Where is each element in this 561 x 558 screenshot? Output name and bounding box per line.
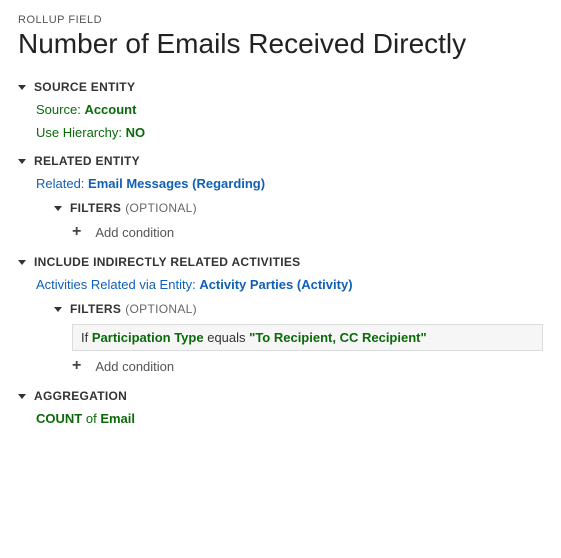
related-paren: (Regarding)	[192, 176, 265, 191]
cond-op: equals	[207, 330, 245, 345]
add-condition-label: Add condition	[95, 225, 174, 240]
section-source-entity: SOURCE ENTITY Source: Account Use Hierar…	[18, 80, 543, 140]
page-title: Number of Emails Received Directly	[18, 28, 543, 60]
indirect-add-condition[interactable]: + Add condition	[72, 357, 543, 375]
caret-icon	[18, 394, 26, 399]
indirect-filters-header[interactable]: FILTERS (OPTIONAL)	[54, 302, 543, 316]
plus-icon: +	[72, 223, 81, 241]
caret-icon	[18, 159, 26, 164]
indirect-header[interactable]: INCLUDE INDIRECTLY RELATED ACTIVITIES	[18, 255, 543, 269]
source-field[interactable]: Source: Account	[36, 102, 543, 117]
via-entity-field[interactable]: Activities Related via Entity: Activity …	[36, 277, 543, 292]
section-related-entity: RELATED ENTITY Related: Email Messages (…	[18, 154, 543, 241]
related-entity-value: Email Messages	[88, 176, 188, 191]
add-condition-label: Add condition	[95, 359, 174, 374]
filters-label: FILTERS	[70, 302, 121, 316]
filters-optional: (OPTIONAL)	[125, 201, 197, 215]
related-label: Related:	[36, 176, 84, 191]
via-entity-value: Activity Parties	[199, 277, 293, 292]
source-entity-header-label: SOURCE ENTITY	[34, 80, 135, 94]
caret-icon	[54, 206, 62, 211]
plus-icon: +	[72, 357, 81, 375]
source-label: Source:	[36, 102, 81, 117]
filters-optional: (OPTIONAL)	[125, 302, 197, 316]
breadcrumb: ROLLUP FIELD	[18, 14, 543, 26]
via-paren: (Activity)	[297, 277, 353, 292]
section-aggregation: AGGREGATION COUNT of Email	[18, 389, 543, 426]
cond-if: If	[81, 330, 88, 345]
source-value: Account	[84, 102, 136, 117]
hierarchy-field[interactable]: Use Hierarchy: NO	[36, 125, 543, 140]
hierarchy-label: Use Hierarchy:	[36, 125, 122, 140]
cond-val: "To Recipient, CC Recipient"	[249, 330, 427, 345]
aggregation-expr[interactable]: COUNT of Email	[36, 411, 543, 426]
agg-of: of	[86, 411, 97, 426]
aggregation-header-label: AGGREGATION	[34, 389, 127, 403]
hierarchy-value: NO	[126, 125, 146, 140]
via-label: Activities Related via Entity:	[36, 277, 196, 292]
agg-func: COUNT	[36, 411, 82, 426]
filters-label: FILTERS	[70, 201, 121, 215]
agg-field: Email	[100, 411, 135, 426]
indirect-header-label: INCLUDE INDIRECTLY RELATED ACTIVITIES	[34, 255, 300, 269]
related-entity-header[interactable]: RELATED ENTITY	[18, 154, 543, 168]
related-field[interactable]: Related: Email Messages (Regarding)	[36, 176, 543, 191]
aggregation-header[interactable]: AGGREGATION	[18, 389, 543, 403]
filter-condition-row[interactable]: If Participation Type equals "To Recipie…	[72, 324, 543, 351]
cond-field: Participation Type	[92, 330, 204, 345]
caret-icon	[54, 307, 62, 312]
section-indirect-activities: INCLUDE INDIRECTLY RELATED ACTIVITIES Ac…	[18, 255, 543, 375]
caret-icon	[18, 260, 26, 265]
source-entity-header[interactable]: SOURCE ENTITY	[18, 80, 543, 94]
related-filters-header[interactable]: FILTERS (OPTIONAL)	[54, 201, 543, 215]
related-entity-header-label: RELATED ENTITY	[34, 154, 140, 168]
related-add-condition[interactable]: + Add condition	[72, 223, 543, 241]
caret-icon	[18, 85, 26, 90]
